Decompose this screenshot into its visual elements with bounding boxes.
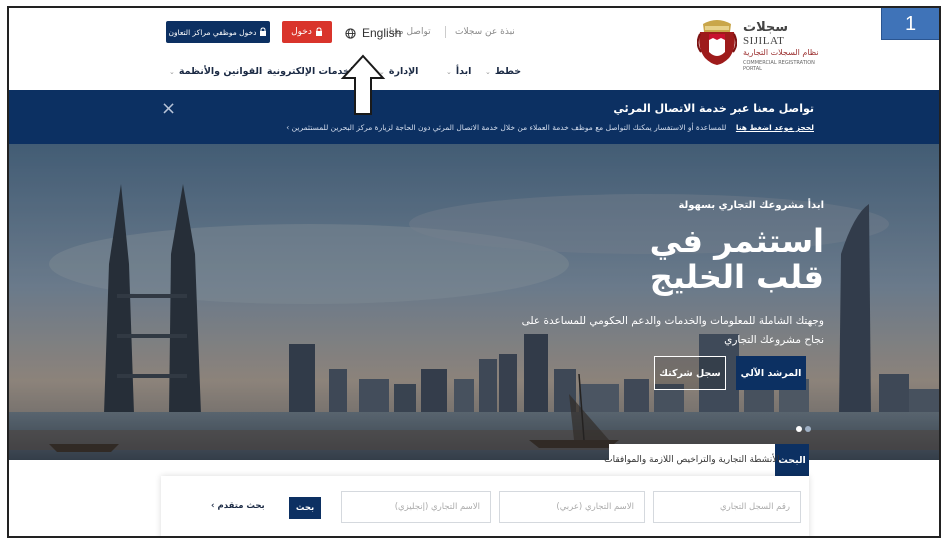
main-nav: ⌄ خطط ⌄ ابدأ ⌄ الإدارة ⌄ الخدمات الإلكتر…: [9, 66, 939, 82]
hero-description: وجهتك الشاملة للمعلومات والخدمات والدعم …: [521, 315, 824, 346]
site-header: سجلات SIJILAT نظام السجلات التجارية COMM…: [9, 8, 939, 90]
chevron-down-icon: ⌄: [169, 67, 175, 76]
chevron-down-icon: ⌄: [446, 67, 452, 76]
chevron-down-icon: ⌄: [485, 67, 491, 76]
hero-kicker: ابدأ مشروعك التجاري بسهولة: [678, 200, 824, 211]
video-call-banner: × تواصل معنا عبر خدمة الاتصال المرئي ‹ ل…: [9, 90, 939, 144]
search-button[interactable]: بحث: [289, 497, 321, 519]
cr-number-input[interactable]: رقم السجل التجاري: [653, 491, 801, 523]
step-badge: 1: [881, 8, 939, 40]
logo-latin-title: SIJILAT: [743, 35, 785, 47]
bahrain-emblem-icon: [697, 20, 737, 65]
about-link[interactable]: نبذة عن سجلات: [455, 27, 515, 37]
login-button[interactable]: دخول: [282, 21, 332, 43]
employee-login-label: دخول موظفي مراكز التعاون: [168, 27, 257, 37]
nav-item-laws[interactable]: ⌄ القوانين والأنظمة: [169, 66, 262, 77]
annotation-up-arrow-icon: [340, 54, 386, 115]
nav-item-label: خطط: [494, 66, 522, 77]
lock-icon: [260, 27, 267, 36]
employee-login-button[interactable]: دخول موظفي مراكز التعاون: [166, 21, 270, 43]
nav-item-label: الإدارة: [388, 66, 419, 77]
logo-arabic-subtitle: نظام السجلات التجارية: [743, 48, 819, 57]
trade-name-en-input[interactable]: الاسم التجاري (إنجليزي): [341, 491, 491, 523]
banner-text: ‹ لحجز موعد اضغط هنا للمساعدة أو الاستفس…: [286, 123, 814, 132]
tab-search[interactable]: البحث: [775, 444, 809, 476]
lock-icon: [315, 27, 322, 36]
tab-activities[interactable]: الأنشطة التجارية والتراخيص اللازمة والمو…: [604, 444, 780, 476]
carousel-dot[interactable]: [805, 426, 811, 432]
logo-arabic-title: سجلات: [743, 20, 789, 35]
nav-item-label: القوانين والأنظمة: [178, 66, 263, 77]
search-tabs: البحث الأنشطة التجارية والتراخيص اللازمة…: [9, 444, 939, 476]
advanced-search-label: بحث متقدم: [217, 501, 265, 511]
hero-title-line2: قلب الخليج: [649, 258, 824, 296]
close-icon[interactable]: ×: [161, 98, 176, 119]
register-company-button[interactable]: سجل شركتك: [654, 356, 726, 390]
language-label: English: [362, 26, 402, 40]
bahrain-skyline-image: [9, 144, 939, 460]
carousel-dot-active[interactable]: [796, 426, 802, 432]
hero-section: ابدأ مشروعك التجاري بسهولة استثمر في قلب…: [9, 144, 939, 460]
hero-title-line1: استثمر في: [649, 222, 824, 260]
book-appointment-link[interactable]: لحجز موعد اضغط هنا: [736, 123, 814, 132]
globe-icon: [345, 27, 356, 39]
nav-item-plan[interactable]: ⌄ خطط: [485, 66, 521, 77]
nav-item-start[interactable]: ⌄ ابدأ: [446, 66, 471, 77]
language-switch[interactable]: English: [345, 23, 401, 43]
browser-screenshot: 1 سجلات SIJILAT نظام السجلات التجارية CO…: [7, 6, 941, 538]
banner-title: تواصل معنا عبر خدمة الاتصال المرئي: [613, 102, 814, 115]
top-divider: [445, 26, 446, 38]
advanced-search-link[interactable]: ‹ بحث متقدم: [211, 501, 265, 511]
banner-body: للمساعدة أو الاستفسار يمكنك التواصل مع م…: [291, 123, 727, 132]
nav-item-label: ابدأ: [455, 66, 472, 77]
auto-guide-button[interactable]: المرشد الآلي: [736, 356, 806, 390]
search-panel: رقم السجل التجاري الاسم التجاري (عربي) ا…: [161, 476, 809, 536]
trade-name-ar-input[interactable]: الاسم التجاري (عربي): [499, 491, 645, 523]
login-label: دخول: [291, 27, 312, 37]
